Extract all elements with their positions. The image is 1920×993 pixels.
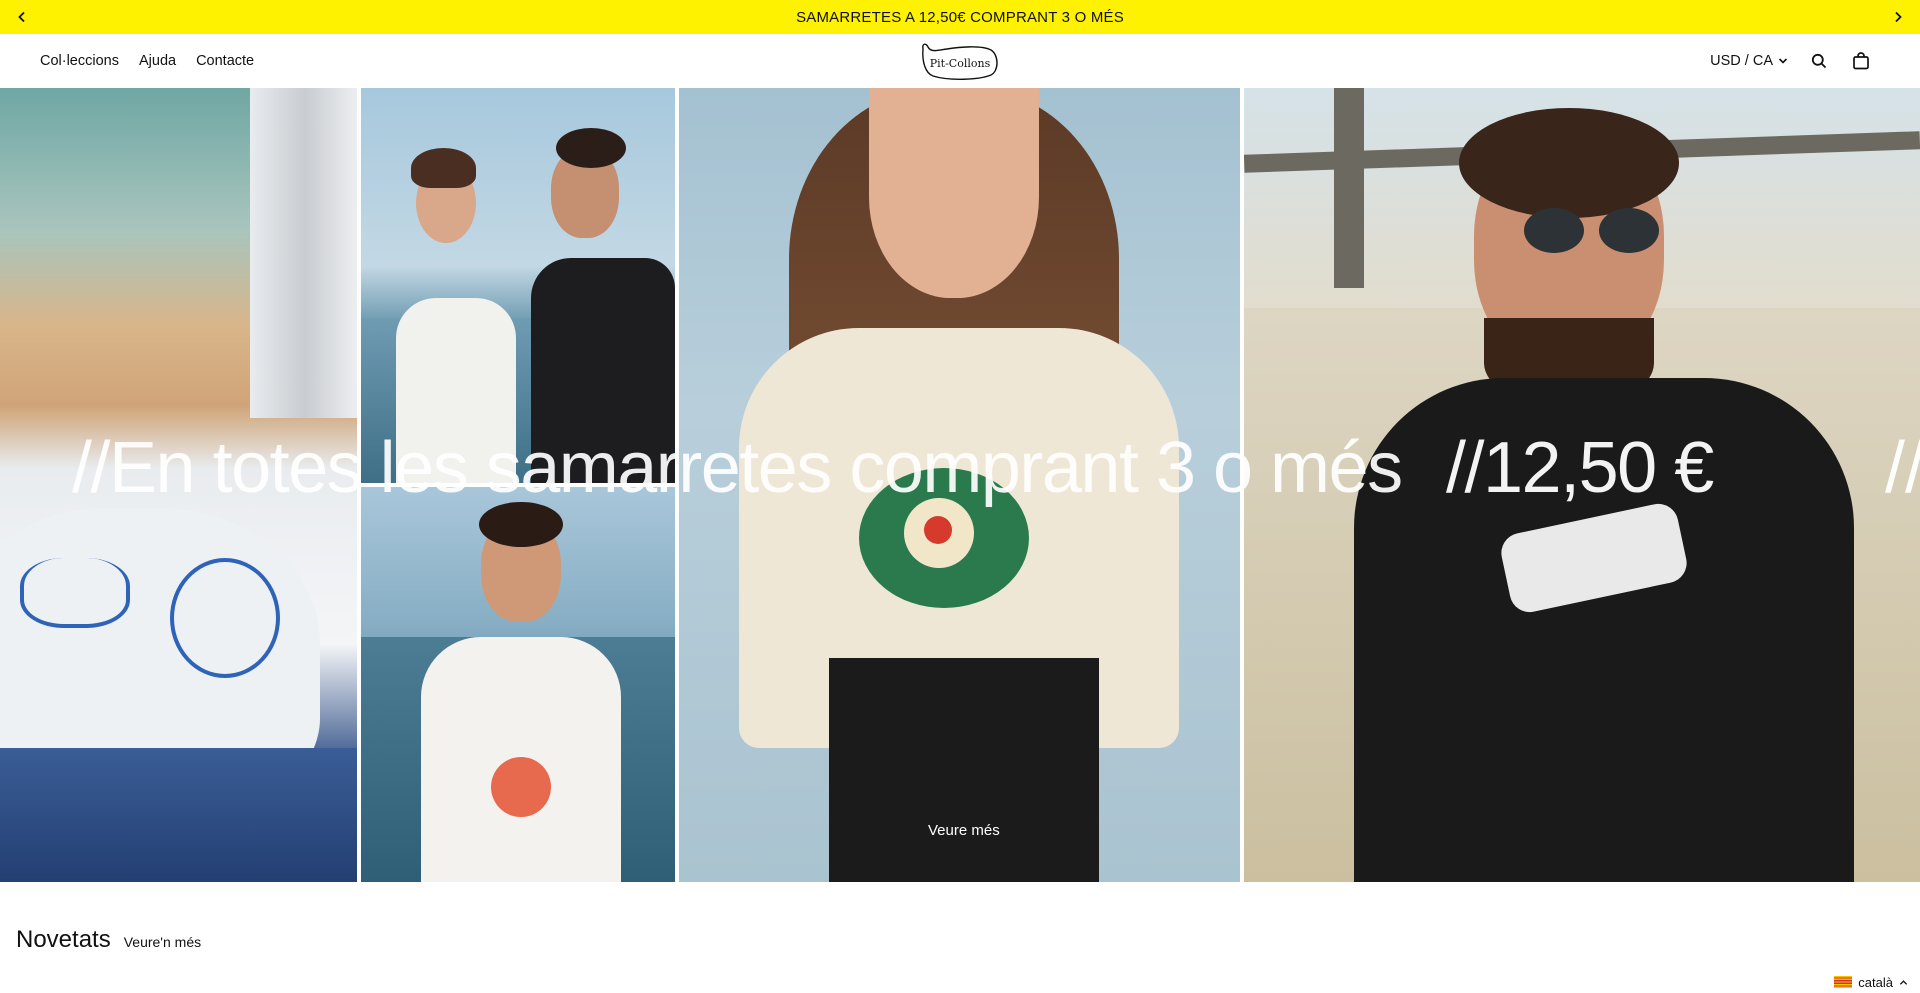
header-actions: USD / CA [1710, 34, 1872, 88]
hero-see-more-link[interactable]: Veure més [928, 822, 1000, 839]
hero-photo-woman [679, 88, 1240, 882]
nav-collections[interactable]: Col·leccions [40, 53, 119, 69]
site-logo[interactable]: Pit-Collons [919, 41, 1001, 81]
language-label: català [1858, 974, 1893, 990]
cart-button[interactable] [1850, 50, 1872, 72]
nav-help[interactable]: Ajuda [139, 53, 176, 69]
announcement-next-button[interactable] [1881, 0, 1915, 34]
chevron-right-icon [1895, 11, 1902, 23]
hero-photo-couple [361, 88, 675, 483]
new-arrivals-header: Novetats Veure'n més [16, 926, 201, 954]
section-title: Novetats [16, 926, 111, 953]
see-more-new-link[interactable]: Veure'n més [124, 934, 201, 950]
currency-selector[interactable]: USD / CA [1710, 53, 1788, 69]
bag-icon [1853, 52, 1869, 70]
search-icon [1811, 53, 1827, 69]
nav-contact[interactable]: Contacte [196, 53, 254, 69]
logo-graphic: Pit-Collons [922, 43, 998, 80]
announcement-bar: SAMARRETES A 12,50€ COMPRANT 3 O MÉS [0, 0, 1920, 34]
announcement-text: SAMARRETES A 12,50€ COMPRANT 3 O MÉS [796, 8, 1124, 26]
search-button[interactable] [1808, 50, 1830, 72]
announcement-prev-button[interactable] [5, 0, 39, 34]
chevron-down-icon [1778, 58, 1788, 64]
logo-text: Pit-Collons [930, 57, 991, 70]
chevron-up-icon [1899, 979, 1908, 985]
language-selector[interactable]: català [1828, 972, 1914, 992]
hero-photo-man-sunglasses [1244, 88, 1920, 882]
main-nav: Col·leccions Ajuda Contacte [40, 34, 254, 88]
hero-photo-folded-shirt [0, 88, 357, 882]
catalan-flag-icon [1834, 976, 1853, 988]
currency-label: USD / CA [1710, 53, 1773, 69]
chevron-left-icon [18, 11, 25, 23]
site-header: Col·leccions Ajuda Contacte Pit-Collons … [0, 34, 1920, 88]
hero-banner[interactable]: //En totes les samarretes comprant 3 o m… [0, 88, 1920, 882]
hero-photo-man-smiling [361, 487, 675, 882]
